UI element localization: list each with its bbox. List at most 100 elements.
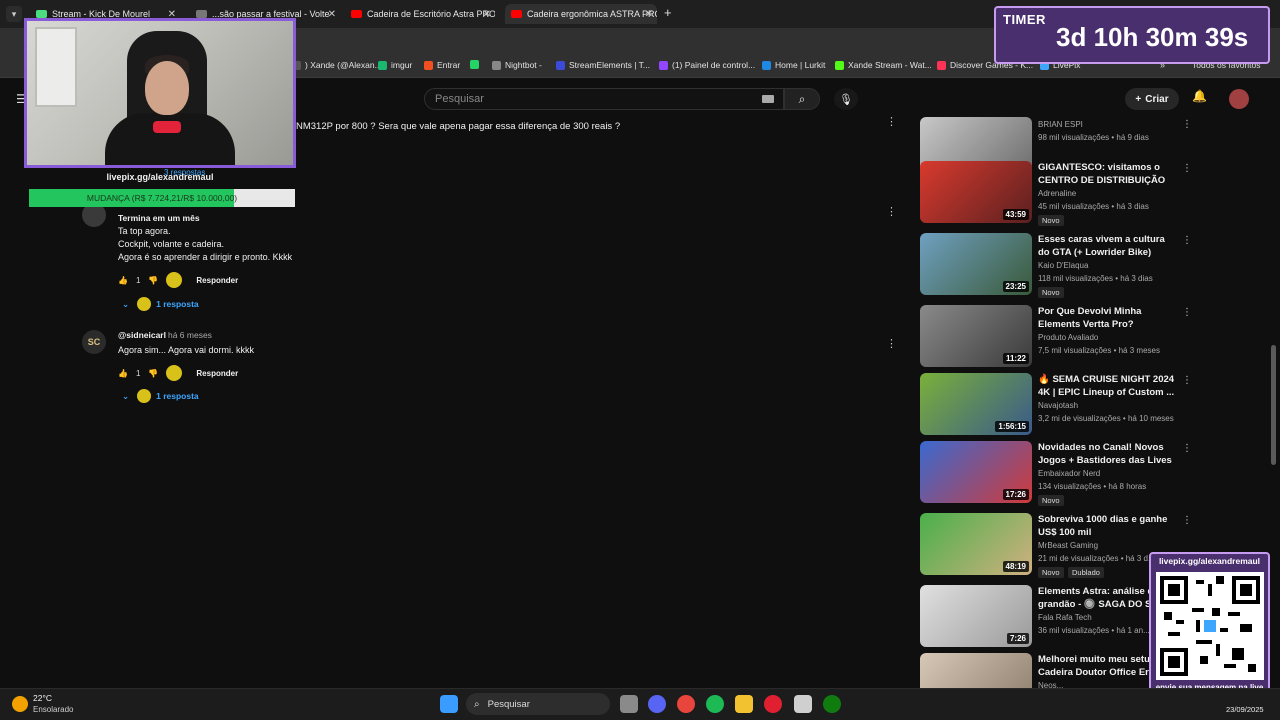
browser-tab[interactable]: Cadeira de Escritório Astra PRO ✕: [345, 4, 495, 24]
timer-value: 3d 10h 30m 39s: [1056, 22, 1249, 52]
discord-icon[interactable]: [648, 695, 666, 713]
weather-sun-icon[interactable]: [12, 696, 28, 712]
video-views-age: 134 visualizações • há 8 horas: [1038, 482, 1147, 491]
video-thumbnail[interactable]: 23:25: [920, 233, 1032, 295]
tab-favicon-icon: [351, 10, 362, 18]
recommended-video[interactable]: 11:22 Por Que Devolvi Minha Elements Vert…: [920, 305, 1192, 369]
weather-temperature[interactable]: 22°C: [33, 693, 52, 703]
taskbar-date[interactable]: 23/09/2025: [1226, 705, 1264, 714]
account-avatar[interactable]: [1229, 89, 1249, 109]
video-thumbnail[interactable]: 1:56:15: [920, 373, 1032, 435]
video-more-icon[interactable]: ⋮: [1182, 443, 1192, 454]
file-explorer-icon[interactable]: [735, 695, 753, 713]
video-more-icon[interactable]: ⋮: [1182, 307, 1192, 318]
close-tab-icon[interactable]: ✕: [483, 9, 491, 20]
bookmark-item[interactable]: Nightbot -: [492, 60, 542, 70]
video-thumbnail[interactable]: 17:26: [920, 441, 1032, 503]
voice-search-button[interactable]: 🎙: [834, 88, 858, 110]
close-tab-icon[interactable]: ✕: [645, 9, 653, 20]
video-title[interactable]: 🔥 SEMA CRUISE NIGHT 2024 4K | EPIC Lineu…: [1038, 373, 1176, 399]
like-icon[interactable]: 👍: [118, 369, 128, 378]
dislike-icon[interactable]: 👎: [148, 276, 158, 285]
comment-more-icon[interactable]: ⋮: [886, 337, 897, 350]
comment-author[interactable]: @sidneicarl há 6 meses: [118, 330, 212, 340]
video-more-icon[interactable]: ⋮: [1182, 515, 1192, 526]
like-icon[interactable]: 👍: [118, 276, 128, 285]
reply-button[interactable]: Responder: [196, 276, 238, 285]
video-title[interactable]: Sobreviva 1000 dias e ganhe US$ 100 mil: [1038, 513, 1176, 539]
xbox-icon[interactable]: [823, 695, 841, 713]
chrome-icon[interactable]: [677, 695, 695, 713]
bookmark-item[interactable]: [470, 60, 483, 69]
tab-search-chevron-icon[interactable]: ▾: [6, 6, 22, 22]
video-thumbnail[interactable]: 7:26: [920, 585, 1032, 647]
recommended-video[interactable]: 23:25 Esses caras vivem a cultura do GTA …: [920, 233, 1192, 298]
channel-name[interactable]: Fala Rafa Tech: [1038, 613, 1092, 622]
search-input[interactable]: Pesquisar: [424, 88, 784, 110]
channel-name[interactable]: Kaio D'Elaqua: [1038, 261, 1088, 270]
weather-description[interactable]: Ensolarado: [33, 705, 73, 714]
video-title[interactable]: GIGANTESCO: visitamos o CENTRO DE DISTRI…: [1038, 161, 1176, 187]
qr-code: [1156, 572, 1264, 680]
bookmark-item[interactable]: Xande Stream - Wat...: [835, 60, 932, 70]
windows-start-icon[interactable]: [440, 695, 458, 713]
creator-heart-icon: [166, 272, 183, 288]
channel-name[interactable]: Navajotash: [1038, 401, 1078, 410]
channel-name[interactable]: MrBeast Gaming: [1038, 541, 1098, 550]
recommended-video[interactable]: 43:59 GIGANTESCO: visitamos o CENTRO DE D…: [920, 161, 1192, 226]
donation-goal-text: MUDANÇA (R$ 7.724,21/R$ 10.000,00): [86, 193, 238, 203]
obs-icon[interactable]: [794, 695, 812, 713]
video-more-icon[interactable]: ⋮: [1182, 235, 1192, 246]
search-button[interactable]: ⌕: [784, 88, 820, 110]
browser-tab[interactable]: Cadeira ergonômica ASTRA PRO ✕: [505, 4, 657, 24]
channel-name[interactable]: Adrenaline: [1038, 189, 1076, 198]
streamer-webcam: [24, 18, 296, 168]
task-view-icon[interactable]: [620, 695, 638, 713]
search-icon: ⌕: [798, 91, 806, 106]
channel-name[interactable]: Produto Avaliado: [1038, 333, 1098, 342]
comment-author[interactable]: Termina em um mês: [118, 213, 200, 223]
bookmark-item[interactable]: Home | Lurkit: [762, 60, 825, 70]
bookmark-item[interactable]: StreamElements | T...: [556, 60, 650, 70]
spotify-icon[interactable]: [706, 695, 724, 713]
replies-count: 1 resposta: [156, 391, 199, 401]
new-tab-button[interactable]: +: [664, 5, 672, 20]
video-title[interactable]: Por Que Devolvi Minha Elements Vertta Pr…: [1038, 305, 1176, 331]
comment-more-icon[interactable]: ⋮: [886, 205, 897, 218]
comment-author-name[interactable]: @sidneicarl: [118, 330, 166, 340]
bookmark-item[interactable]: Entrar: [424, 60, 460, 70]
recommended-video[interactable]: 17:26 Novidades no Canal! Novos Jogos + B…: [920, 441, 1192, 506]
commenter-avatar[interactable]: SC: [82, 330, 106, 354]
page-scrollbar[interactable]: [1271, 345, 1276, 465]
keyboard-icon[interactable]: [762, 95, 774, 103]
video-thumbnail[interactable]: 43:59: [920, 161, 1032, 223]
video-more-icon[interactable]: ⋮: [1182, 163, 1192, 174]
recommended-video[interactable]: 1:56:15 🔥 SEMA CRUISE NIGHT 2024 4K | EPI…: [920, 373, 1192, 437]
search-icon: ⌕: [474, 698, 480, 710]
dislike-icon[interactable]: 👎: [148, 369, 158, 378]
video-title[interactable]: Esses caras vivem a cultura do GTA (+ Lo…: [1038, 233, 1176, 259]
bookmark-label: imgur: [391, 60, 413, 70]
bookmark-item[interactable]: imgur: [378, 60, 412, 70]
channel-name[interactable]: Embaixador Nerd: [1038, 469, 1100, 478]
channel-name[interactable]: BRIAN ESPI: [1038, 120, 1083, 129]
video-title[interactable]: Novidades no Canal! Novos Jogos + Bastid…: [1038, 441, 1176, 467]
streamer-face: [145, 61, 189, 115]
taskbar-search[interactable]: ⌕ Pesquisar: [466, 693, 610, 715]
view-replies-button[interactable]: ⌄ 1 resposta: [122, 297, 199, 311]
video-more-icon[interactable]: ⋮: [1182, 119, 1192, 130]
close-tab-icon[interactable]: ✕: [328, 9, 336, 20]
notifications-bell-icon[interactable]: 🔔: [1192, 89, 1207, 103]
bookmark-item[interactable]: ) Xande (@Alexan...: [292, 60, 382, 70]
view-replies-button[interactable]: ⌄ 1 resposta: [122, 389, 199, 403]
create-button[interactable]: + Criar: [1125, 88, 1179, 110]
microphone-icon: 🎙: [839, 93, 853, 106]
comment-author-name[interactable]: Termina em um mês: [118, 213, 200, 223]
video-thumbnail[interactable]: 48:19: [920, 513, 1032, 575]
reply-button[interactable]: Responder: [196, 369, 238, 378]
comment-more-icon[interactable]: ⋮: [886, 115, 897, 128]
video-more-icon[interactable]: ⋮: [1182, 375, 1192, 386]
video-thumbnail[interactable]: 11:22: [920, 305, 1032, 367]
media-player-icon[interactable]: [764, 695, 782, 713]
bookmark-item[interactable]: (1) Painel de control...: [659, 60, 755, 70]
